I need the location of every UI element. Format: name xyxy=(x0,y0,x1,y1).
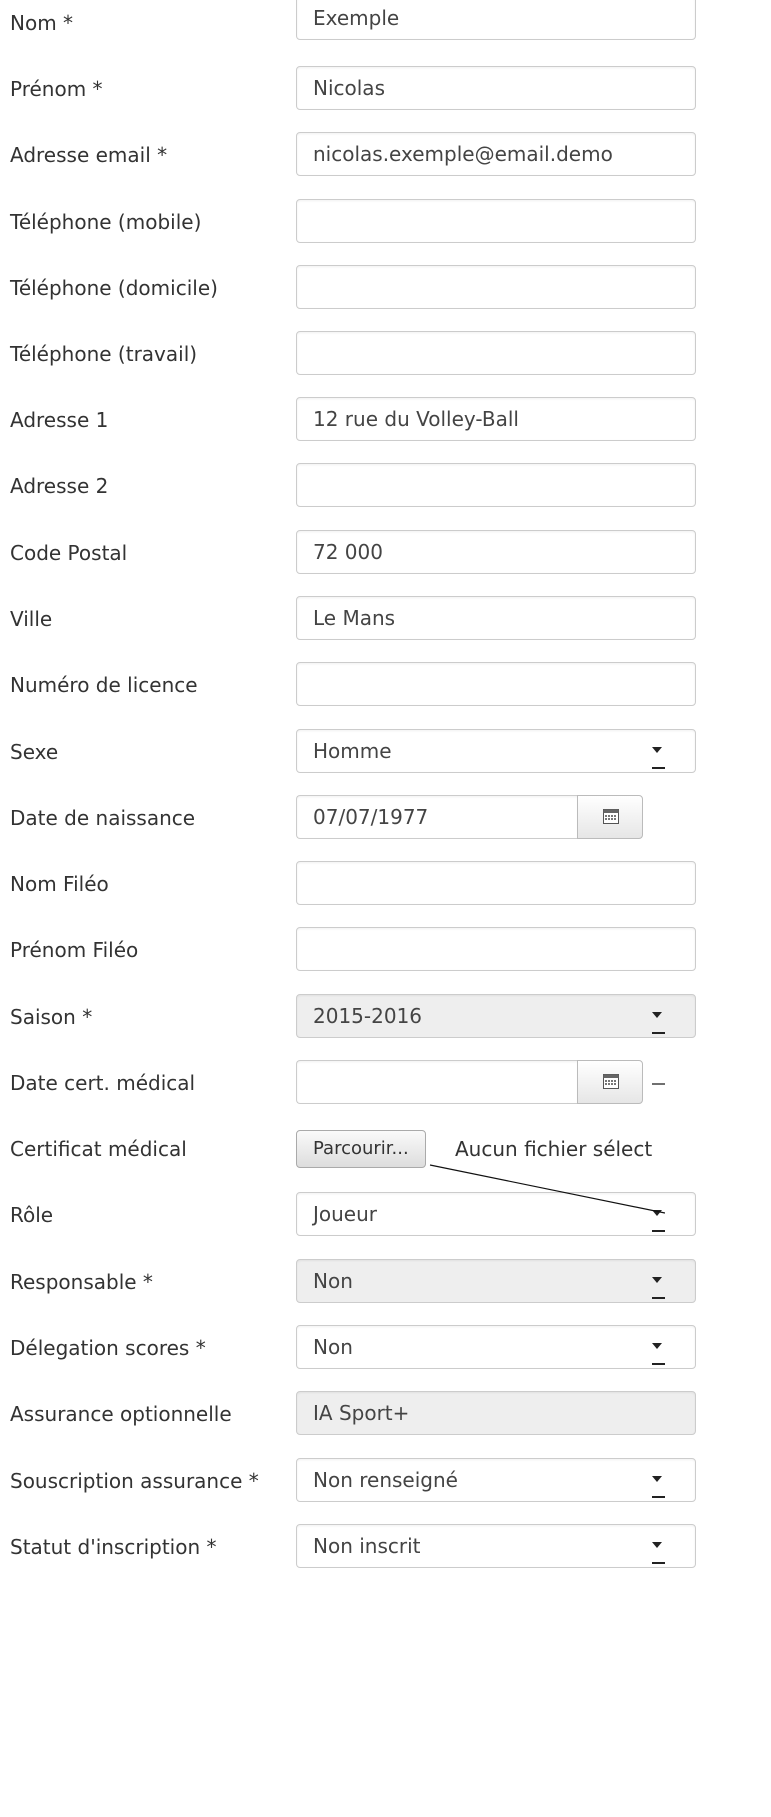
responsable-select[interactable]: Non xyxy=(296,1259,696,1303)
delegation-select[interactable]: Non xyxy=(296,1325,696,1369)
statut-label: Statut d'inscription * xyxy=(10,1535,217,1559)
souscription-label: Souscription assurance * xyxy=(10,1469,259,1493)
tel-domicile-label: Téléphone (domicile) xyxy=(10,276,218,300)
select-scrollbar-edge xyxy=(652,1230,665,1232)
form-row-adresse1: Adresse 1 12 rue du Volley-Ball xyxy=(0,397,696,443)
select-scrollbar-edge xyxy=(652,1363,665,1365)
form-row-adresse2: Adresse 2 xyxy=(0,463,696,509)
form-row-nom: Nom * Exemple xyxy=(0,0,696,46)
code-postal-input[interactable]: 72 000 xyxy=(296,530,696,574)
saison-select[interactable]: 2015-2016 xyxy=(296,994,696,1038)
tel-travail-input[interactable] xyxy=(296,331,696,375)
tel-mobile-label: Téléphone (mobile) xyxy=(10,210,202,234)
chevron-down-icon xyxy=(652,1012,662,1018)
form-row-date-cert: Date cert. médical xyxy=(0,1060,665,1106)
calendar-icon xyxy=(603,1074,619,1089)
date-naissance-label: Date de naissance xyxy=(10,806,196,830)
browse-file-button[interactable]: Parcourir... xyxy=(296,1130,426,1168)
ville-input[interactable]: Le Mans xyxy=(296,596,696,640)
role-select[interactable]: Joueur xyxy=(296,1192,696,1236)
prenom-fileo-input[interactable] xyxy=(296,927,696,971)
tel-domicile-input[interactable] xyxy=(296,265,696,309)
select-scrollbar-edge xyxy=(652,1297,665,1299)
souscription-select[interactable]: Non renseigné xyxy=(296,1458,696,1502)
file-status-text: Aucun fichier sélect xyxy=(455,1137,653,1161)
adresse2-label: Adresse 2 xyxy=(10,474,109,498)
adresse2-input[interactable] xyxy=(296,463,696,507)
delegation-label: Délegation scores * xyxy=(10,1336,206,1360)
chevron-down-icon xyxy=(652,1210,662,1216)
form-row-tel-travail: Téléphone (travail) xyxy=(0,331,696,377)
chevron-down-icon xyxy=(652,1343,662,1349)
form-row-assurance-opt: Assurance optionnelle IA Sport+ xyxy=(0,1391,696,1437)
role-label: Rôle xyxy=(10,1203,54,1227)
email-label: Adresse email * xyxy=(10,143,168,167)
form-row-prenom-fileo: Prénom Filéo xyxy=(0,927,696,973)
chevron-down-icon xyxy=(652,1277,662,1283)
form-row-delegation: Délegation scores * Non xyxy=(0,1325,696,1371)
licence-input[interactable] xyxy=(296,662,696,706)
date-naissance-calendar-button[interactable] xyxy=(577,795,643,839)
nom-label: Nom * xyxy=(10,11,74,35)
form-row-sexe: Sexe Homme xyxy=(0,729,696,775)
nom-input[interactable]: Exemple xyxy=(296,0,696,40)
tel-travail-label: Téléphone (travail) xyxy=(10,342,198,366)
form-row-prenom: Prénom * Nicolas xyxy=(0,66,696,112)
responsable-label: Responsable * xyxy=(10,1270,153,1294)
assurance-opt-label: Assurance optionnelle xyxy=(10,1402,232,1426)
form-row-statut: Statut d'inscription * Non inscrit xyxy=(0,1524,696,1570)
nom-fileo-input[interactable] xyxy=(296,861,696,905)
sexe-label: Sexe xyxy=(10,740,59,764)
adresse1-input[interactable]: 12 rue du Volley-Ball xyxy=(296,397,696,441)
select-scrollbar-edge xyxy=(652,1562,665,1564)
prenom-fileo-label: Prénom Filéo xyxy=(10,938,139,962)
chevron-down-icon xyxy=(652,1542,662,1548)
nom-fileo-label: Nom Filéo xyxy=(10,872,109,896)
licence-label: Numéro de licence xyxy=(10,673,198,697)
form-row-role: Rôle Joueur xyxy=(0,1192,696,1238)
date-cert-label: Date cert. médical xyxy=(10,1071,196,1095)
form-row-licence: Numéro de licence xyxy=(0,662,696,708)
date-cert-calendar-button[interactable] xyxy=(577,1060,643,1104)
chevron-down-icon xyxy=(652,1476,662,1482)
select-scrollbar-edge xyxy=(652,1032,665,1034)
assurance-opt-input[interactable]: IA Sport+ xyxy=(296,1391,696,1435)
date-naissance-input[interactable]: 07/07/1977 xyxy=(296,795,578,839)
date-cert-input[interactable] xyxy=(296,1060,578,1104)
code-postal-label: Code Postal xyxy=(10,541,128,565)
ville-label: Ville xyxy=(10,607,53,631)
email-input[interactable]: nicolas.exemple@email.demo xyxy=(296,132,696,176)
adresse1-label: Adresse 1 xyxy=(10,408,109,432)
form-row-souscription: Souscription assurance * Non renseigné xyxy=(0,1458,696,1504)
statut-select[interactable]: Non inscrit xyxy=(296,1524,696,1568)
saison-label: Saison * xyxy=(10,1005,93,1029)
form-row-ville: Ville Le Mans xyxy=(0,596,696,642)
certificat-label: Certificat médical xyxy=(10,1137,187,1161)
form-row-tel-mobile: Téléphone (mobile) xyxy=(0,199,696,245)
calendar-icon xyxy=(603,809,619,824)
form-row-nom-fileo: Nom Filéo xyxy=(0,861,696,907)
sexe-select[interactable]: Homme xyxy=(296,729,696,773)
chevron-down-icon xyxy=(652,747,662,753)
form-row-certificat: Certificat médical Parcourir... Aucun fi… xyxy=(0,1126,665,1172)
form-row-saison: Saison * 2015-2016 xyxy=(0,994,696,1040)
form-row-date-naissance: Date de naissance 07/07/1977 xyxy=(0,795,665,841)
form-row-email: Adresse email * nicolas.exemple@email.de… xyxy=(0,132,696,178)
form-row-code-postal: Code Postal 72 000 xyxy=(0,530,696,576)
select-scrollbar-edge xyxy=(652,1496,665,1498)
prenom-label: Prénom * xyxy=(10,77,103,101)
select-scrollbar-edge xyxy=(652,767,665,769)
form-row-tel-domicile: Téléphone (domicile) xyxy=(0,265,696,311)
form-row-responsable: Responsable * Non xyxy=(0,1259,696,1305)
tel-mobile-input[interactable] xyxy=(296,199,696,243)
prenom-input[interactable]: Nicolas xyxy=(296,66,696,110)
